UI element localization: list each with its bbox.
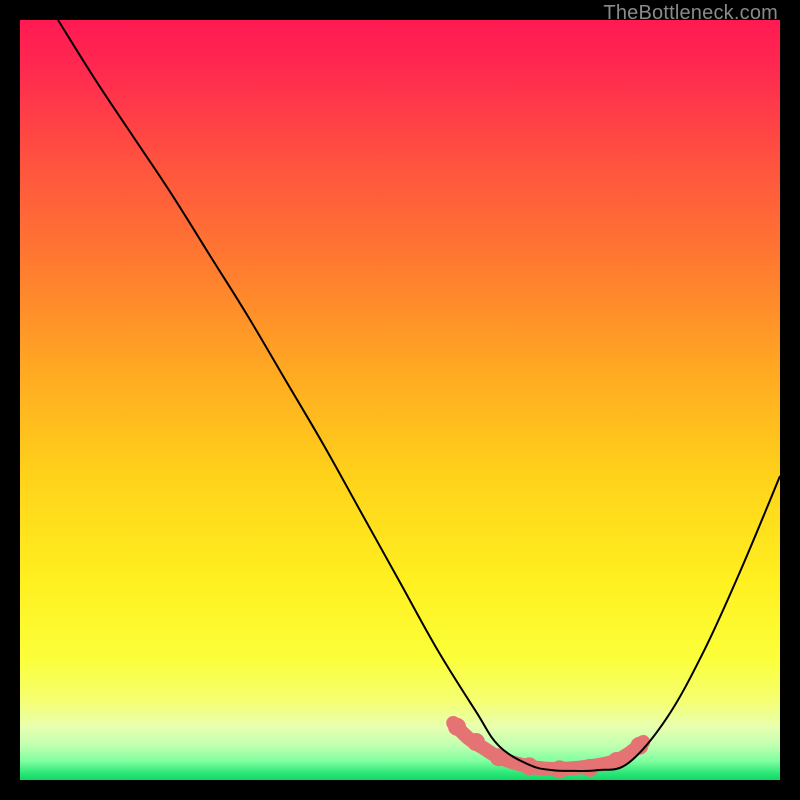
chart-frame: TheBottleneck.com [0, 0, 800, 800]
watermark-text: TheBottleneck.com [603, 2, 778, 25]
chart-svg [20, 20, 780, 780]
plot-area [20, 20, 780, 780]
bottleneck-curve [58, 20, 780, 771]
